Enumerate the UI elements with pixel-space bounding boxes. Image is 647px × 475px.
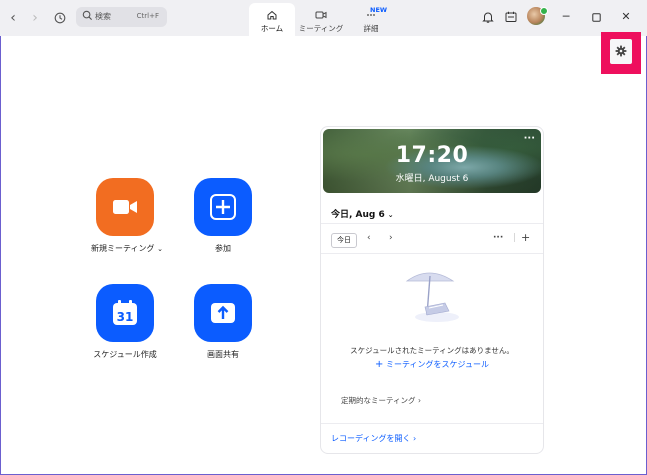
next-day-icon[interactable]: › xyxy=(389,233,393,243)
back-icon[interactable]: ‹ xyxy=(4,9,22,27)
calendar-number: 31 xyxy=(117,310,134,324)
chevron-right-icon: › xyxy=(417,396,421,405)
forward-icon[interactable]: › xyxy=(26,9,44,27)
divider xyxy=(321,423,543,424)
search-placeholder: 検索 xyxy=(95,12,111,21)
beach-umbrella-illustration xyxy=(405,272,459,322)
schedule-label: スケジュール作成 xyxy=(93,350,157,359)
search-input[interactable]: 検索 Ctrl+F xyxy=(76,7,167,27)
tab-home-label: ホーム xyxy=(260,24,284,33)
day-selector[interactable]: 今日, Aug 6 ⌄ xyxy=(331,207,394,220)
join-label: 参加 xyxy=(215,244,231,253)
chevron-down-icon[interactable]: ⌄ xyxy=(157,245,163,253)
new-badge: NEW xyxy=(370,6,388,14)
bell-icon[interactable] xyxy=(481,10,495,24)
settings-button[interactable] xyxy=(610,39,632,64)
divider xyxy=(321,223,543,224)
empty-message: スケジュールされたミーティングはありません。 xyxy=(350,346,514,355)
clock-date: 水曜日, August 6 xyxy=(395,174,469,184)
open-recordings-link[interactable]: レコーディングを開く › xyxy=(331,433,416,444)
tab-meetings[interactable]: ミーティング xyxy=(298,3,344,36)
minimize-icon[interactable]: ─ xyxy=(557,8,575,26)
search-shortcut: Ctrl+F xyxy=(136,12,159,20)
recurring-meetings-link[interactable]: 定期的なミーティング › xyxy=(341,395,421,406)
status-dot xyxy=(540,7,548,15)
prev-day-icon[interactable]: ‹ xyxy=(367,233,371,243)
maximize-icon[interactable] xyxy=(587,8,605,26)
clock-time: 17:20 xyxy=(395,143,469,168)
chevron-down-icon: ⌄ xyxy=(387,211,394,219)
plus-icon: + xyxy=(375,359,384,370)
separator: | xyxy=(513,233,517,243)
home-icon xyxy=(267,10,277,20)
tab-meetings-label: ミーティング xyxy=(298,24,344,33)
new-meeting-button[interactable] xyxy=(96,178,154,236)
settings-highlight xyxy=(601,32,641,74)
calendar-more-icon[interactable]: ··· xyxy=(493,233,503,243)
chevron-right-icon: › xyxy=(413,434,417,443)
history-icon[interactable] xyxy=(51,9,69,27)
share-screen-button[interactable] xyxy=(194,284,252,342)
schedule-button[interactable]: 31 xyxy=(96,284,154,342)
whiteboard-icon[interactable] xyxy=(504,10,518,24)
calendar-panel: 17:20 水曜日, August 6 ··· 今日, Aug 6 ⌄ 今日 ‹ … xyxy=(320,126,544,454)
share-up-arrow-icon xyxy=(211,303,235,323)
calendar-icon: 31 xyxy=(113,300,137,325)
share-screen-label: 画面共有 xyxy=(207,350,239,359)
search-icon xyxy=(82,10,93,21)
title-bar: ‹ › 検索 Ctrl+F ホーム ミーティング 詳細 NEW ─ ✕ xyxy=(0,0,647,36)
plus-icon xyxy=(210,194,236,220)
video-icon xyxy=(315,11,327,19)
camera-icon xyxy=(113,200,137,214)
add-event-icon[interactable]: + xyxy=(521,231,530,244)
tab-more-label: 詳細 xyxy=(363,24,379,33)
new-meeting-label[interactable]: 新規ミーティング ⌄ xyxy=(84,243,170,254)
more-options-icon[interactable]: ··· xyxy=(524,133,535,144)
tab-home[interactable]: ホーム xyxy=(249,3,295,36)
join-button[interactable] xyxy=(194,178,252,236)
divider xyxy=(321,253,543,254)
gear-icon xyxy=(615,45,627,57)
header-photo: 17:20 水曜日, August 6 ··· xyxy=(323,129,541,193)
close-icon[interactable]: ✕ xyxy=(617,8,635,26)
today-button[interactable]: 今日 xyxy=(331,233,357,248)
schedule-meeting-link[interactable]: + ミーティングをスケジュール xyxy=(321,359,543,370)
